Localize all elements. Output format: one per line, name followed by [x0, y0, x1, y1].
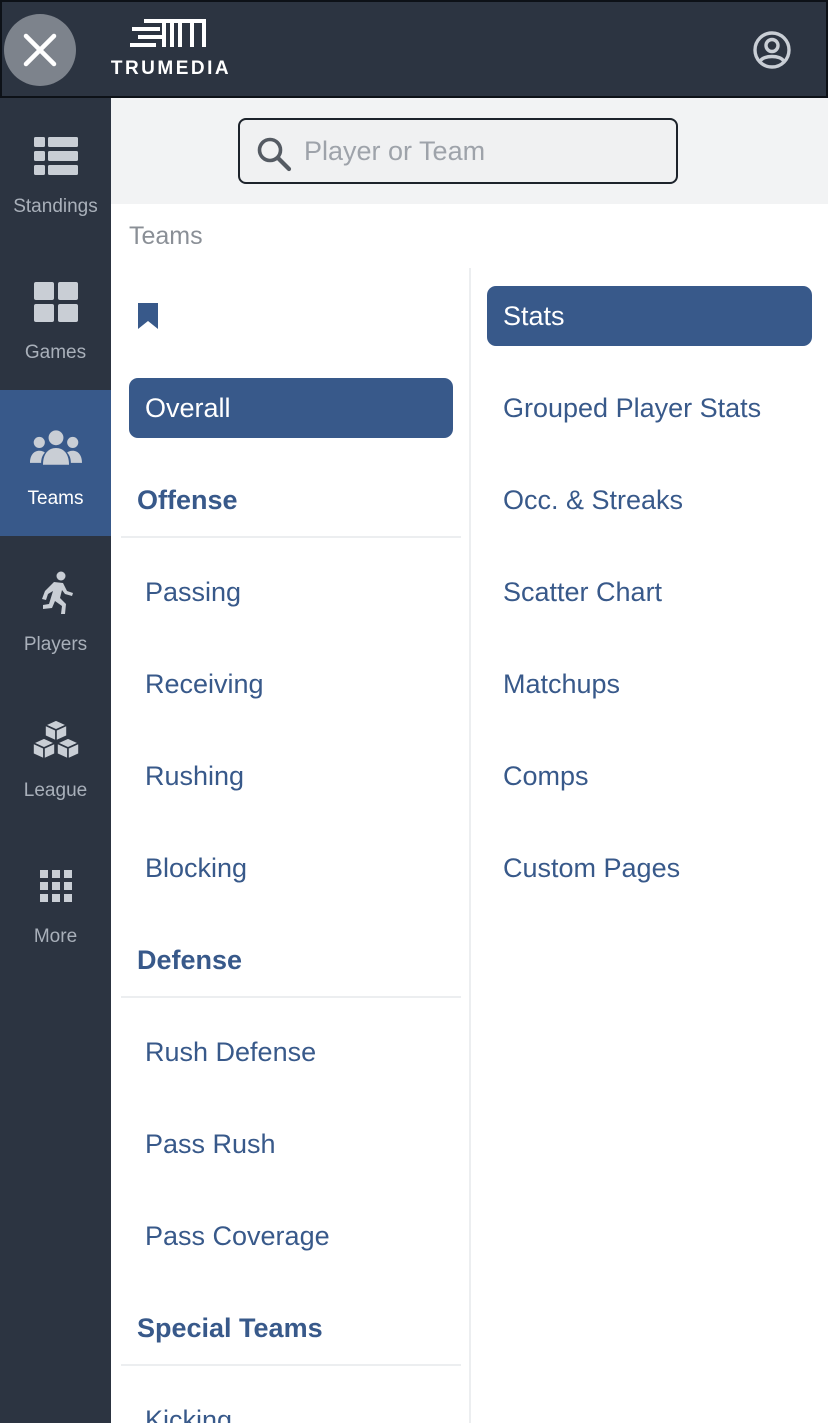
menu-item-kicking[interactable]: Kicking	[129, 1390, 453, 1423]
close-icon	[23, 33, 57, 67]
sidebar-item-label: More	[33, 926, 78, 947]
sidebar-item-label: League	[23, 780, 88, 801]
search-box[interactable]	[238, 118, 678, 184]
group-header-defense: Defense	[137, 945, 243, 975]
sidebar-nav: Standings Games Teams Players League Mor…	[0, 98, 111, 1423]
divider	[121, 536, 461, 538]
divider	[121, 1364, 461, 1366]
sidebar-item-players[interactable]: Players	[0, 536, 111, 682]
more-grid-icon	[30, 862, 82, 910]
league-boxes-icon	[30, 716, 82, 764]
top-bar: TRUMEDIA	[0, 0, 828, 98]
teams-group-icon	[30, 424, 82, 472]
standings-icon	[30, 132, 82, 180]
bookmark-icon[interactable]	[137, 302, 159, 330]
account-button[interactable]	[750, 28, 794, 72]
trumedia-logo[interactable]: TRUMEDIA	[104, 16, 238, 82]
group-header-special-teams: Special Teams	[137, 1313, 323, 1343]
menu-item-receiving[interactable]: Receiving	[129, 654, 453, 714]
sidebar-item-standings[interactable]: Standings	[0, 98, 111, 244]
menu-item-rush-defense[interactable]: Rush Defense	[129, 1022, 453, 1082]
menu-item-overall[interactable]: Overall	[129, 378, 453, 438]
view-item-stats[interactable]: Stats	[487, 286, 812, 346]
user-account-icon	[753, 31, 791, 69]
sidebar-item-teams[interactable]: Teams	[0, 390, 111, 536]
divider	[121, 996, 461, 998]
menu-item-blocking[interactable]: Blocking	[129, 838, 453, 898]
menu-item-passing[interactable]: Passing	[129, 562, 453, 622]
sidebar-item-more[interactable]: More	[0, 828, 111, 974]
group-header-offense: Offense	[137, 485, 238, 515]
player-running-icon	[30, 570, 82, 618]
games-grid-icon	[30, 278, 82, 326]
page-title: Teams	[129, 222, 203, 250]
trumedia-mark-icon	[130, 19, 206, 47]
close-button[interactable]	[4, 14, 76, 86]
sidebar-item-label: Teams	[27, 488, 84, 509]
search-input[interactable]	[304, 130, 664, 172]
menu-item-pass-coverage[interactable]: Pass Coverage	[129, 1206, 453, 1266]
sidebar-item-label: Standings	[13, 196, 98, 217]
search-bar-area	[111, 98, 828, 204]
view-item-custom-pages[interactable]: Custom Pages	[487, 838, 812, 898]
search-icon	[257, 137, 292, 172]
sidebar-item-games[interactable]: Games	[0, 244, 111, 390]
view-item-grouped-player-stats[interactable]: Grouped Player Stats	[487, 378, 812, 438]
menu-item-pass-rush[interactable]: Pass Rush	[129, 1114, 453, 1174]
brand-name: TRUMEDIA	[110, 58, 232, 79]
teams-category-menu: Overall Offense Passing Receiving Rushin…	[111, 268, 470, 1423]
menu-item-rushing[interactable]: Rushing	[129, 746, 453, 806]
sidebar-item-league[interactable]: League	[0, 682, 111, 828]
view-item-scatter-chart[interactable]: Scatter Chart	[487, 562, 812, 622]
view-item-occ-streaks[interactable]: Occ. & Streaks	[487, 470, 812, 530]
view-item-matchups[interactable]: Matchups	[487, 654, 812, 714]
view-item-comps[interactable]: Comps	[487, 746, 812, 806]
teams-view-menu: Stats Grouped Player Stats Occ. & Streak…	[471, 268, 828, 1423]
sidebar-item-label: Players	[23, 634, 88, 655]
sidebar-item-label: Games	[24, 342, 87, 363]
